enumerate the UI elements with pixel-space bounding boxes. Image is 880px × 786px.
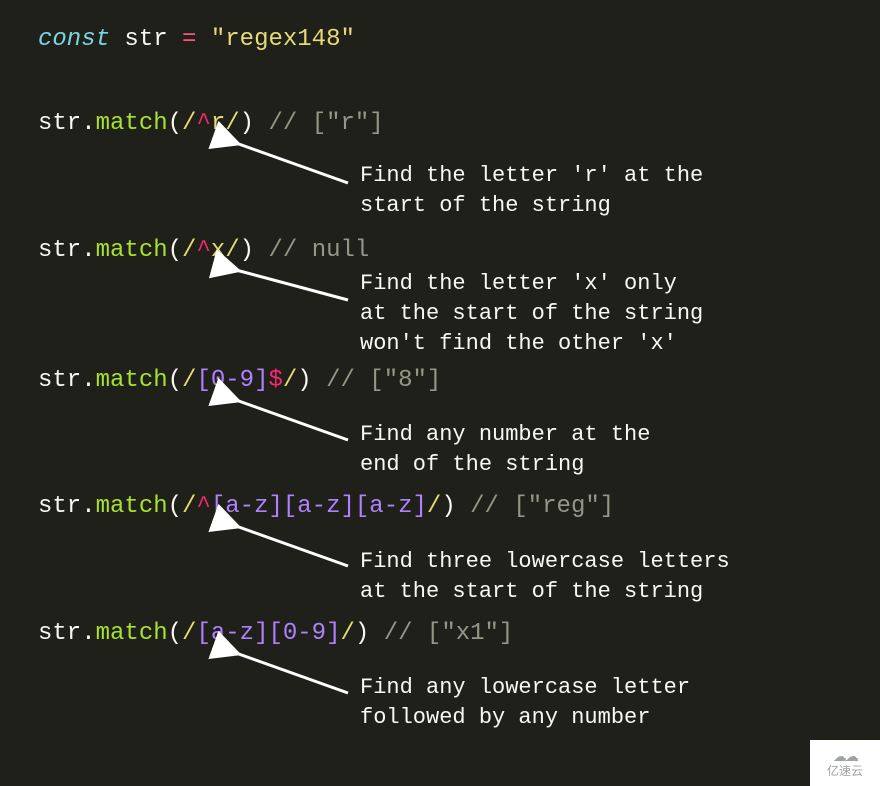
watermark-badge: ☁☁ 亿速云 — [810, 740, 880, 786]
annotation-4: Find three lowercase letters at the star… — [360, 547, 730, 607]
code-example-1: str.match(/^r/) // ["r"] — [38, 112, 384, 136]
annotation-3: Find any number at the end of the string — [360, 420, 650, 480]
string-literal: "regex148" — [211, 26, 355, 53]
code-example-5: str.match(/[a-z][0-9]/) // ["x1"] — [38, 622, 513, 646]
arrow-icon — [228, 135, 358, 190]
code-declaration: const str = "regex148" — [38, 28, 355, 52]
watermark-text: 亿速云 — [827, 765, 863, 777]
arrow-icon — [228, 645, 358, 700]
keyword-const: const — [38, 26, 110, 53]
arrow-icon — [228, 392, 358, 447]
code-example-2: str.match(/^x/) // null — [38, 239, 369, 263]
arrow-icon — [228, 518, 358, 573]
annotation-5: Find any lowercase letter followed by an… — [360, 673, 690, 733]
var-str: str — [124, 26, 167, 53]
code-diagram: const str = "regex148" str.match(/^r/) /… — [0, 0, 880, 786]
code-example-3: str.match(/[0-9]$/) // ["8"] — [38, 369, 441, 393]
cloud-icon: ☁☁ — [833, 749, 857, 763]
annotation-1: Find the letter 'r' at the start of the … — [360, 161, 703, 221]
code-example-4: str.match(/^[a-z][a-z][a-z]/) // ["reg"] — [38, 495, 614, 519]
annotation-2: Find the letter 'x' only at the start of… — [360, 269, 703, 359]
arrow-icon — [228, 262, 358, 307]
assign-op: = — [182, 26, 196, 53]
